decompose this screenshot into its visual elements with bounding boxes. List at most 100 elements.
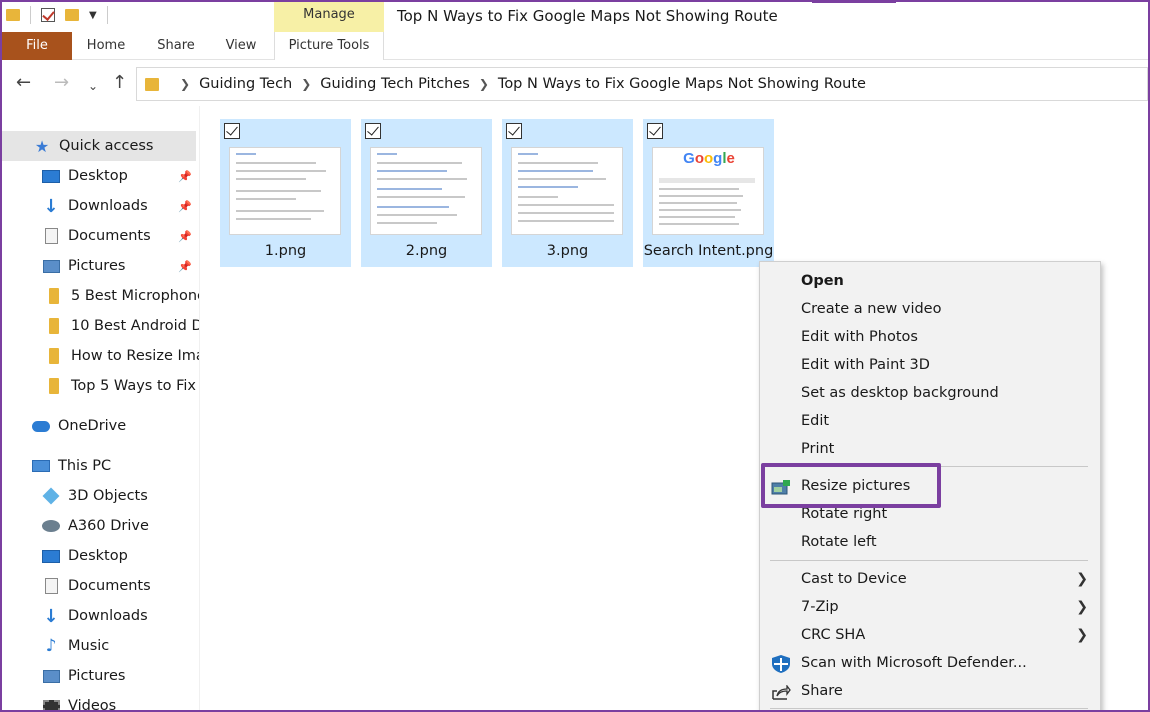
back-arrow-icon[interactable]: ← <box>16 73 31 93</box>
tab-view[interactable]: View <box>218 32 264 60</box>
pin-icon[interactable]: 📌 <box>178 260 192 273</box>
sidebar-item-quick-access[interactable]: ★ Quick access <box>0 131 196 161</box>
sidebar-item-desktop[interactable]: Desktop 📌 <box>0 161 199 191</box>
cloud-icon <box>32 418 50 434</box>
documents-icon <box>42 578 60 594</box>
3d-objects-icon <box>42 487 60 505</box>
menu-item-set-desktop-background[interactable]: Set as desktop background <box>760 379 1100 407</box>
menu-item-cast-to-device[interactable]: Cast to Device ❯ <box>760 565 1100 593</box>
file-tile[interactable]: 1.png <box>220 119 351 267</box>
menu-item-7zip[interactable]: 7-Zip ❯ <box>760 593 1100 621</box>
selection-checkbox[interactable] <box>224 123 240 139</box>
menu-item-label: Scan with Microsoft Defender... <box>801 655 1027 671</box>
menu-item-label: Cast to Device <box>801 571 907 587</box>
sidebar-item-label: This PC <box>58 458 112 474</box>
sidebar-item-documents[interactable]: Documents 📌 <box>0 221 199 251</box>
menu-item-edit[interactable]: Edit <box>760 407 1100 435</box>
selection-checkbox[interactable] <box>506 123 522 139</box>
selection-checkbox[interactable] <box>365 123 381 139</box>
menu-item-create-video[interactable]: Create a new video <box>760 295 1100 323</box>
sidebar-item-label: Top 5 Ways to Fix 'L <box>71 378 200 394</box>
pin-icon[interactable]: 📌 <box>178 200 192 213</box>
chevron-right-icon: ❯ <box>1076 599 1088 615</box>
breadcrumb-guiding-tech[interactable]: Guiding Tech <box>199 76 292 92</box>
file-tile[interactable]: 3.png <box>502 119 633 267</box>
breadcrumb-guiding-tech-pitches[interactable]: Guiding Tech Pitches <box>320 76 470 92</box>
new-folder-icon[interactable] <box>65 9 79 21</box>
sidebar-item-folder[interactable]: 10 Best Android De <box>0 311 199 341</box>
defender-shield-icon <box>771 655 791 673</box>
sidebar-item-label: 3D Objects <box>68 488 148 504</box>
computer-icon <box>32 458 50 474</box>
file-name: 1.png <box>264 243 307 259</box>
pin-icon[interactable]: 📌 <box>178 230 192 243</box>
sidebar-item-label: Documents <box>68 228 151 244</box>
sidebar-item-pictures[interactable]: Pictures <box>0 661 199 691</box>
menu-item-edit-with-photos[interactable]: Edit with Photos <box>760 323 1100 351</box>
manage-context-tab[interactable]: Manage <box>274 0 384 32</box>
sidebar-item-a360-drive[interactable]: A360 Drive <box>0 511 199 541</box>
folder-icon <box>45 318 63 334</box>
menu-item-edit-with-paint-3d[interactable]: Edit with Paint 3D <box>760 351 1100 379</box>
sidebar-item-label: Documents <box>68 578 151 594</box>
documents-icon <box>42 228 60 244</box>
menu-item-print[interactable]: Print <box>760 435 1100 463</box>
tab-file[interactable]: File <box>2 32 72 60</box>
sidebar-item-label: OneDrive <box>58 418 127 434</box>
selection-checkbox[interactable] <box>647 123 663 139</box>
tab-share[interactable]: Share <box>150 32 202 60</box>
menu-item-rotate-left[interactable]: Rotate left <box>760 528 1100 556</box>
properties-check-icon[interactable] <box>41 8 55 22</box>
thumbnail-image <box>370 147 482 235</box>
breadcrumb-current-folder[interactable]: Top N Ways to Fix Google Maps Not Showin… <box>498 76 866 92</box>
sidebar-item-label: Quick access <box>59 138 154 154</box>
sidebar-item-label: Videos <box>68 698 117 712</box>
sidebar-item-label: A360 Drive <box>68 518 149 534</box>
sidebar-item-desktop[interactable]: Desktop <box>0 541 199 571</box>
sidebar-item-downloads[interactable]: ↓ Downloads 📌 <box>0 191 199 221</box>
menu-item-open[interactable]: Open <box>760 267 1100 295</box>
customize-toolbar-dropdown-icon[interactable]: ▼ <box>89 10 97 21</box>
sidebar-item-downloads[interactable]: ↓ Downloads <box>0 601 199 631</box>
sidebar-item-pictures[interactable]: Pictures 📌 <box>0 251 199 281</box>
sidebar-item-onedrive[interactable]: OneDrive <box>0 411 199 441</box>
sidebar-item-this-pc[interactable]: This PC <box>0 451 199 481</box>
file-name: 2.png <box>405 243 448 259</box>
thumbnail-image: Google <box>652 147 764 235</box>
up-arrow-icon[interactable]: ↑ <box>112 73 127 93</box>
menu-item-scan-defender[interactable]: Scan with Microsoft Defender... <box>760 649 1100 677</box>
download-icon: ↓ <box>43 605 59 627</box>
sidebar-item-folder[interactable]: Top 5 Ways to Fix 'L <box>0 371 200 401</box>
toolbar-divider <box>30 6 31 24</box>
forward-arrow-icon[interactable]: → <box>54 73 69 93</box>
folder-icon <box>45 288 63 304</box>
chevron-right-icon[interactable]: ❯ <box>479 77 489 91</box>
sidebar-item-folder[interactable]: 5 Best Microphones <box>0 281 199 311</box>
file-tile[interactable]: 2.png <box>361 119 492 267</box>
recent-locations-chevron-icon[interactable]: ⌄ <box>88 76 98 96</box>
thumbnail-image <box>229 147 341 235</box>
menu-item-crc-sha[interactable]: CRC SHA ❯ <box>760 621 1100 649</box>
file-name: Search Intent.png <box>643 243 774 259</box>
sidebar-item-videos[interactable]: Videos <box>0 691 199 712</box>
tab-picture-tools[interactable]: Picture Tools <box>274 32 384 60</box>
chevron-right-icon[interactable]: ❯ <box>301 77 311 91</box>
toolbar-divider <box>106 6 108 24</box>
desktop-icon <box>42 168 60 184</box>
menu-item-share[interactable]: Share <box>760 677 1100 705</box>
file-tile[interactable]: Google Search Intent.png <box>643 119 774 267</box>
sidebar-item-3d-objects[interactable]: 3D Objects <box>0 481 199 511</box>
chevron-right-icon[interactable]: ❯ <box>180 77 190 91</box>
folder-icon[interactable] <box>6 9 20 21</box>
folder-icon <box>45 348 63 364</box>
tab-home[interactable]: Home <box>78 32 134 60</box>
pin-icon[interactable]: 📌 <box>178 170 192 183</box>
sidebar-item-folder[interactable]: How to Resize Imag <box>0 341 199 371</box>
navigation-bar: ← → ⌄ ↑ ❯ Guiding Tech ❯ Guiding Tech Pi… <box>0 62 1150 106</box>
sidebar-item-label: Desktop <box>68 548 128 564</box>
navigation-pane: ★ Quick access Desktop 📌 ↓ Downloads 📌 D… <box>0 106 200 712</box>
sidebar-item-documents[interactable]: Documents <box>0 571 199 601</box>
pictures-icon <box>42 258 60 274</box>
sidebar-item-music[interactable]: ♪ Music <box>0 631 199 661</box>
address-bar[interactable]: ❯ Guiding Tech ❯ Guiding Tech Pitches ❯ … <box>136 67 1148 101</box>
